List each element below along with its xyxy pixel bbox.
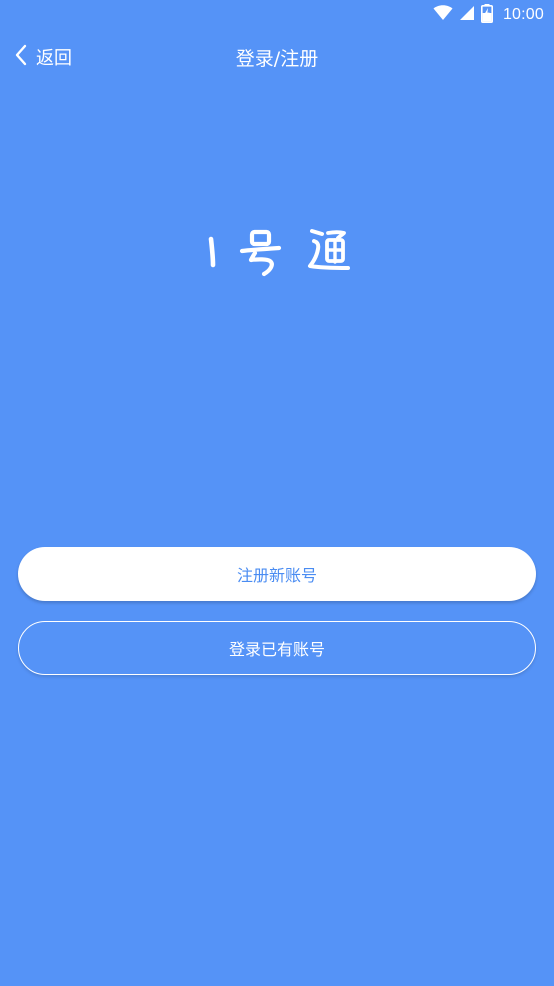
- status-icons: 10:00: [433, 3, 544, 27]
- register-button-label: 注册新账号: [236, 566, 317, 585]
- status-bar: 10:00: [0, 0, 554, 30]
- nav-bar: 返回 登录/注册: [0, 34, 554, 80]
- battery-charging-icon: [480, 3, 493, 27]
- status-time: 10:00: [502, 6, 544, 23]
- app-logo: [0, 218, 554, 288]
- signal-icon: [459, 5, 475, 25]
- register-button[interactable]: 注册新账号: [18, 547, 536, 601]
- login-button[interactable]: 登录已有账号: [18, 621, 536, 675]
- login-button-label: 登录已有账号: [228, 640, 325, 659]
- page-title: 登录/注册: [235, 48, 319, 70]
- wifi-icon: [433, 5, 453, 25]
- app-logo-wordmark: [208, 229, 350, 277]
